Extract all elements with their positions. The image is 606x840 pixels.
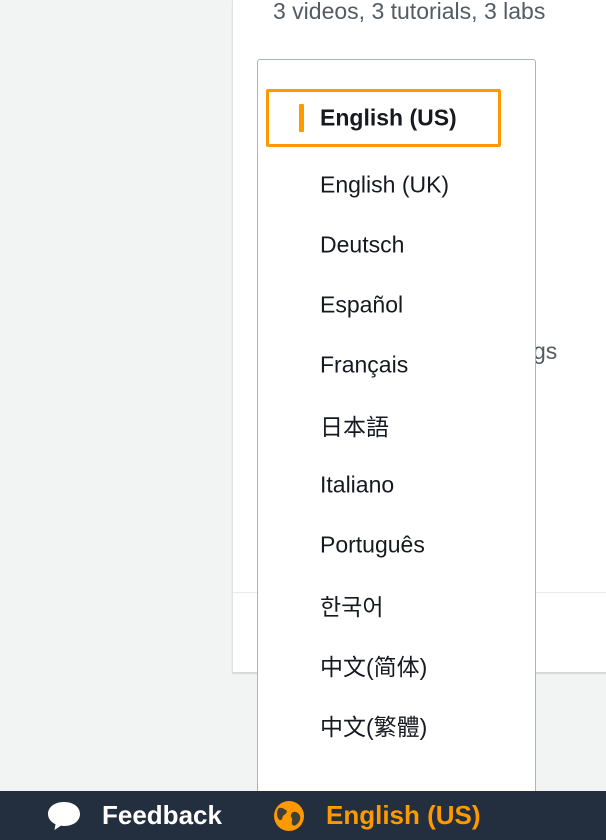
language-option-label: English (UK) [320, 171, 450, 198]
language-option-francais[interactable]: Français [266, 336, 501, 394]
language-option-label: Français [320, 351, 409, 378]
language-option-japanese[interactable]: 日本語 [266, 396, 501, 454]
course-summary-text: 3 videos, 3 tutorials, 3 labs [273, 0, 546, 24]
language-option-korean[interactable]: 한국어 [266, 576, 501, 634]
language-option-chinese-simplified[interactable]: 中文(简体) [266, 636, 501, 694]
language-option-espanol[interactable]: Español [266, 276, 501, 334]
language-selector-button[interactable]: English (US) [273, 791, 481, 840]
feedback-label: Feedback [102, 800, 222, 830]
feedback-button[interactable]: Feedback [46, 791, 222, 840]
language-option-english-us[interactable]: English (US) [266, 89, 501, 147]
language-option-label: 中文(简体) [320, 654, 428, 680]
language-option-deutsch[interactable]: Deutsch [266, 216, 501, 274]
language-option-label: 日本語 [320, 414, 389, 440]
language-menu: English (US) English (UK) Deutsch Españo… [257, 59, 536, 819]
language-option-label: Português [320, 531, 425, 558]
footer-bar: Feedback English (US) [0, 791, 606, 840]
language-option-english-uk[interactable]: English (UK) [266, 156, 501, 214]
language-option-label: Italiano [320, 471, 395, 498]
language-option-label: 中文(繁體) [320, 714, 428, 740]
language-option-chinese-traditional[interactable]: 中文(繁體) [266, 696, 501, 754]
language-option-label: English (US) [320, 104, 457, 131]
globe-icon [274, 800, 304, 831]
speech-bubble-icon [48, 801, 80, 830]
language-option-label: 한국어 [320, 594, 384, 620]
language-option-italiano[interactable]: Italiano [266, 456, 501, 514]
selected-indicator [299, 104, 304, 132]
language-option-label: Español [320, 291, 404, 318]
language-option-portugues[interactable]: Português [266, 516, 501, 574]
obscured-text: gs [533, 338, 558, 364]
language-option-label: Deutsch [320, 231, 405, 258]
current-language-label: English (US) [326, 800, 481, 830]
